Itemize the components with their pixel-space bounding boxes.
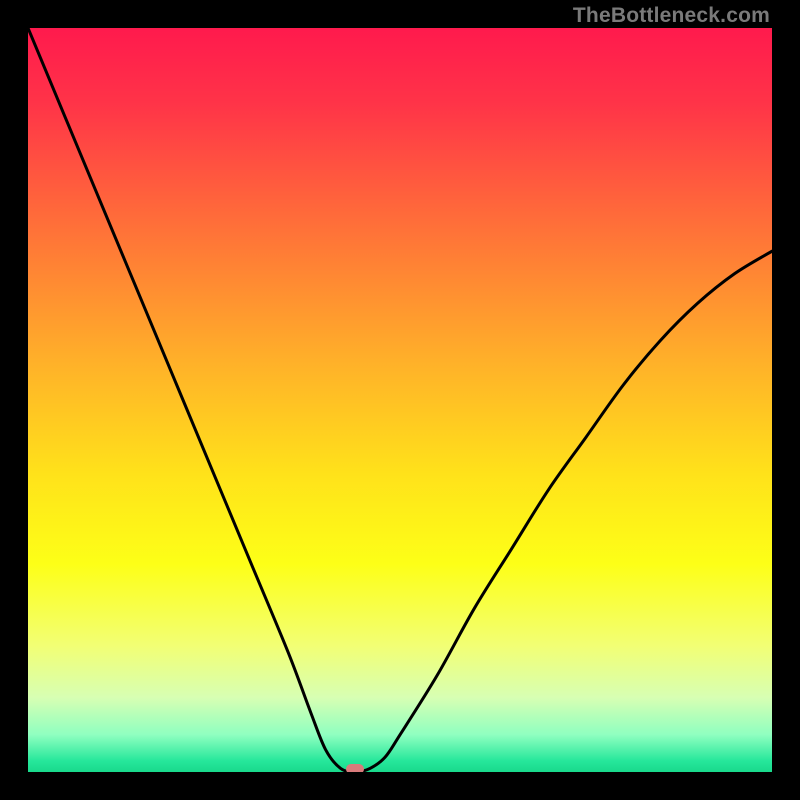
optimal-marker [346, 764, 364, 772]
chart-frame: TheBottleneck.com [0, 0, 800, 800]
plot-svg [28, 28, 772, 772]
gradient-background [28, 28, 772, 772]
watermark-text: TheBottleneck.com [573, 4, 770, 28]
plot-area [28, 28, 772, 772]
